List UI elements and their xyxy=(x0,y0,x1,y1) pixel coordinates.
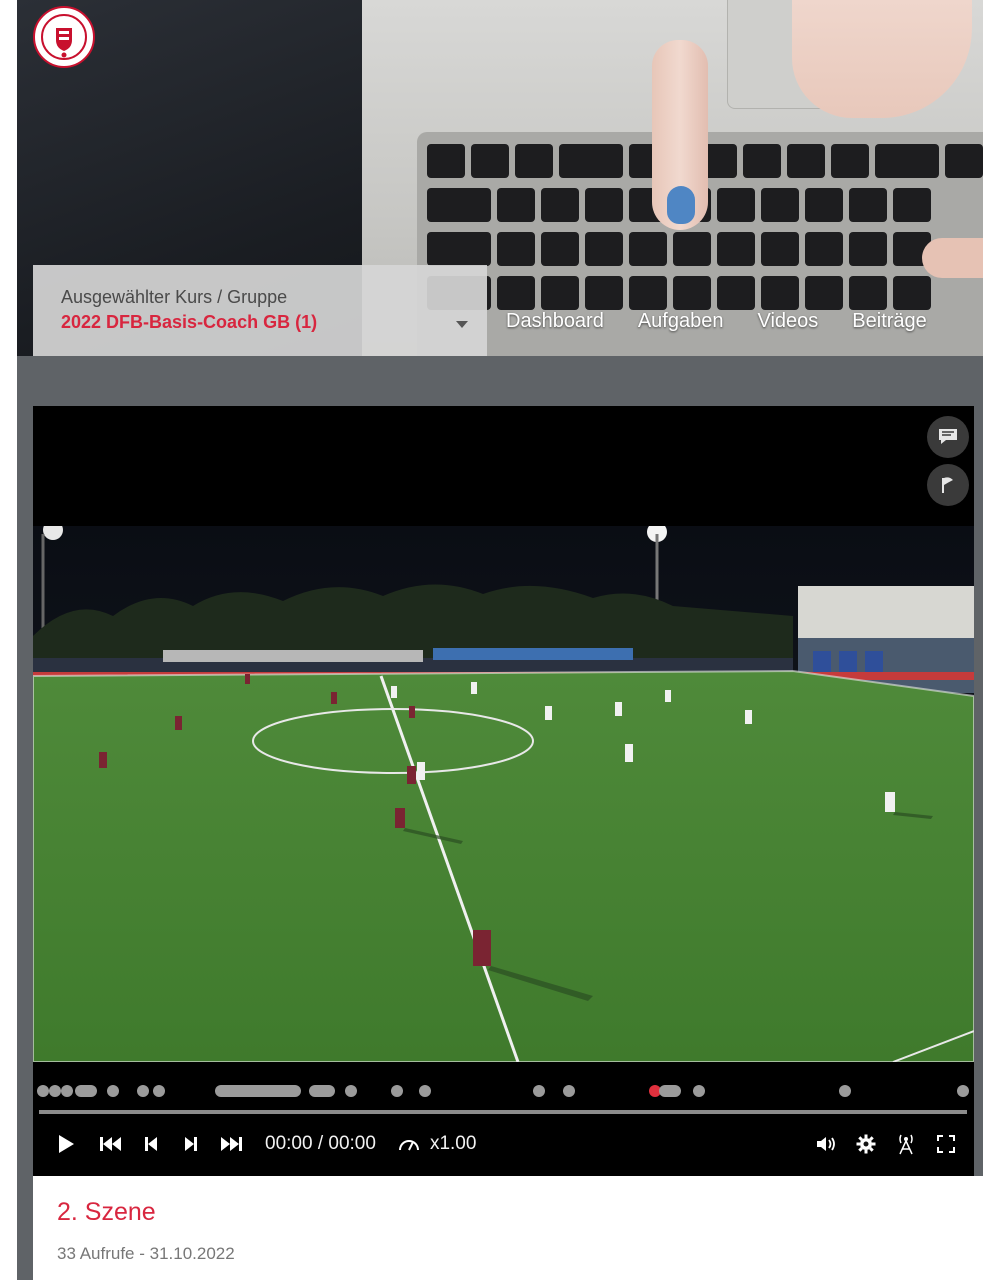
hero-hand xyxy=(792,0,972,118)
time-display: 00:00 / 00:00 xyxy=(265,1133,376,1154)
chapter-marker[interactable] xyxy=(839,1085,851,1097)
hero-fingernail xyxy=(667,186,695,224)
chapter-marker[interactable] xyxy=(61,1085,73,1097)
chapter-marker[interactable] xyxy=(137,1085,149,1097)
chapter-marker[interactable] xyxy=(309,1085,335,1097)
flag-icon[interactable] xyxy=(927,464,969,506)
fullscreen-icon[interactable] xyxy=(926,1134,966,1154)
playback-speed[interactable]: x1.00 xyxy=(430,1133,476,1155)
video-title: 2. Szene xyxy=(57,1198,156,1226)
chapter-marker[interactable] xyxy=(215,1085,301,1097)
chapter-marker[interactable] xyxy=(391,1085,403,1097)
volume-icon[interactable] xyxy=(806,1135,846,1153)
progress-bar[interactable] xyxy=(39,1110,967,1114)
video-frame xyxy=(33,526,974,1062)
main-nav: Dashboard Aufgaben Videos Beiträge xyxy=(506,310,927,333)
header-hero-image: Ausgewählter Kurs / Gruppe 2022 DFB-Basi… xyxy=(17,0,983,356)
chapter-marker[interactable] xyxy=(75,1085,97,1097)
chapter-marker[interactable] xyxy=(107,1085,119,1097)
hessian-lion-crest-icon[interactable] xyxy=(33,6,95,68)
skip-start-icon[interactable] xyxy=(91,1135,131,1153)
chapter-marker[interactable] xyxy=(345,1085,357,1097)
course-selector-value: 2022 DFB-Basis-Coach GB (1) xyxy=(61,312,318,332)
video-meta: 33 Aufrufe - 31.10.2022 xyxy=(57,1244,235,1263)
chevron-down-icon[interactable] xyxy=(456,321,468,328)
chapter-marker[interactable] xyxy=(563,1085,575,1097)
skip-end-icon[interactable] xyxy=(211,1135,251,1153)
hero-finger-right xyxy=(922,238,983,278)
chapter-markers[interactable] xyxy=(33,1080,974,1108)
previous-icon[interactable] xyxy=(131,1135,171,1153)
chapter-marker[interactable] xyxy=(419,1085,431,1097)
video-player[interactable]: 00:00 / 00:00 x1.00 xyxy=(33,406,974,1176)
course-selector[interactable]: Ausgewählter Kurs / Gruppe 2022 DFB-Basi… xyxy=(33,265,487,356)
chapter-marker[interactable] xyxy=(957,1085,969,1097)
broadcast-icon[interactable] xyxy=(886,1133,926,1155)
chapter-marker[interactable] xyxy=(49,1085,61,1097)
speedometer-icon[interactable] xyxy=(394,1136,424,1152)
page-frame: Ausgewählter Kurs / Gruppe 2022 DFB-Basi… xyxy=(17,0,983,1280)
nav-beitraege[interactable]: Beiträge xyxy=(852,310,927,333)
chapter-marker[interactable] xyxy=(659,1085,681,1097)
next-icon[interactable] xyxy=(171,1135,211,1153)
nav-dashboard[interactable]: Dashboard xyxy=(506,310,604,333)
comment-icon[interactable] xyxy=(927,416,969,458)
nav-aufgaben[interactable]: Aufgaben xyxy=(638,310,724,333)
nav-videos[interactable]: Videos xyxy=(757,310,818,333)
chapter-marker[interactable] xyxy=(693,1085,705,1097)
play-icon[interactable] xyxy=(49,1134,83,1154)
settings-gear-icon[interactable] xyxy=(846,1134,886,1154)
video-info-panel: 2. Szene 33 Aufrufe - 31.10.2022 xyxy=(33,1176,983,1280)
course-selector-label: Ausgewählter Kurs / Gruppe xyxy=(61,287,288,307)
chapter-marker[interactable] xyxy=(533,1085,545,1097)
chapter-marker[interactable] xyxy=(153,1085,165,1097)
chapter-marker[interactable] xyxy=(37,1085,49,1097)
player-controls: 00:00 / 00:00 x1.00 xyxy=(33,1122,974,1166)
